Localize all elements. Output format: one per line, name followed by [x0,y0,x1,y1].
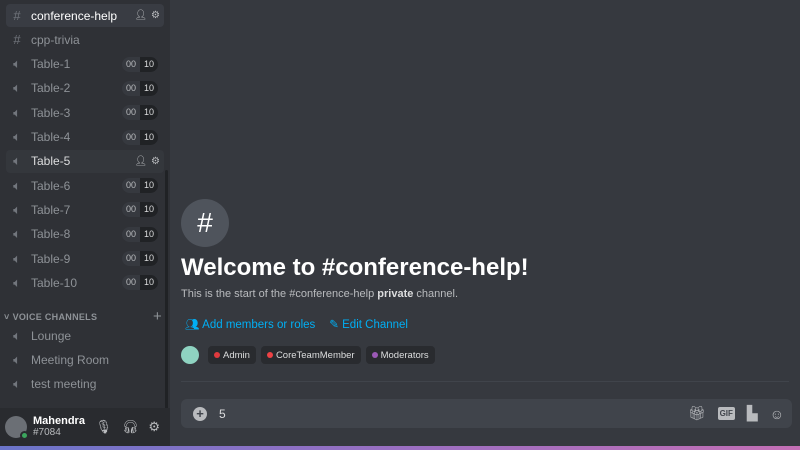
channel-item[interactable]: 🔈︎ Table-3 00 10 [6,101,164,124]
channel-item[interactable]: 🔈︎ Table-8 00 10 [6,223,164,246]
hash-icon: # [13,8,21,23]
member-avatar[interactable] [181,346,199,364]
channel-label: test meeting [31,377,97,392]
channel-item[interactable]: 🔈︎ Table-2 00 10 [6,77,164,100]
channel-item[interactable]: 🔈︎ Table-6 00 10 [6,174,164,197]
chevron-down-icon: ˅ [4,311,10,322]
speaker-icon: 🔈︎ [13,250,21,266]
gear-icon[interactable]: ⚙ [151,156,160,167]
gear-icon[interactable]: ⚙ [151,10,160,21]
invite-icon[interactable]: 👤︎ [134,156,147,167]
private-channel-hash-lock-icon: # [181,199,229,247]
role-color-dot [266,352,273,358]
channel-label: Table-1 [31,57,71,72]
divider [181,381,789,382]
speaker-icon: 🔈︎ [13,351,21,367]
add-members-button[interactable]: 👥︎ Add members or roles [185,317,315,331]
add-channel-icon[interactable]: + [153,308,162,325]
channel-label: Table-4 [31,130,71,144]
invite-icon[interactable]: 👤︎ [134,10,147,21]
voice-channel-item[interactable]: 🔈︎ test meeting [6,373,164,396]
channel-label: Table-7 [31,202,71,217]
attach-plus-icon[interactable]: + [193,406,207,421]
chat-area: # Welcome to #conference-help! This is t… [170,0,800,446]
user-limit-badge: 00 10 [121,251,158,266]
user-limit-badge: 00 10 [121,105,158,121]
emoji-icon[interactable]: ☺ [770,406,784,422]
channel-item[interactable]: 🔈︎ Table-9 00 10 [6,247,164,270]
username: Mahendra [33,415,85,427]
channel-label: Table-10 [31,275,78,290]
gift-icon[interactable]: 🎁︎ [688,405,706,422]
channel-label: Table-3 [31,105,71,120]
role-tag[interactable]: CoreTeamMember [260,346,361,364]
voice-channel-item[interactable]: 🔈︎ Meeting Room [6,348,164,371]
user-limit-badge: 00 10 [121,178,158,194]
page-title: Welcome to #conference-help! [181,254,529,281]
speaker-icon: 🔈︎ [13,327,21,343]
speaker-icon: 🔈︎ [13,153,21,169]
speaker-icon: 🔈︎ [13,376,21,392]
channel-label: Table-6 [31,178,71,193]
channel-label: Table-9 [31,251,71,266]
voice-channels-header[interactable]: ˅ VOICE CHANNELS + [4,308,162,325]
channel-label: Table-8 [31,227,71,242]
channel-label: Lounge [31,328,72,343]
channel-item[interactable]: 🔈︎ Table-4 00 10 [6,126,164,149]
channel-label: conference-help [31,8,118,23]
pencil-icon: ✎ [329,319,343,331]
bottom-gradient-bar [0,446,800,450]
channel-item[interactable]: 🔈︎ Table-5 👤︎ ⚙ [6,149,164,173]
edit-channel-button[interactable]: ✎ Edit Channel [329,317,408,331]
channel-description: This is the start of the #conference-hel… [181,288,459,300]
speaker-icon: 🔈︎ [13,274,21,290]
hash-icon: # [13,32,21,48]
speaker-icon: 🔈︎ [13,226,21,242]
gif-button[interactable]: GIF [717,407,735,420]
role-tag[interactable]: Admin [208,346,256,364]
speaker-icon: 🔈︎ [13,177,21,193]
user-limit-badge: 00 10 [121,56,158,72]
channel-item[interactable]: # cpp-trivia [6,28,164,51]
message-input[interactable]: + 5 🎁︎ GIF ▙ ☺ [181,399,792,428]
speaker-icon: 🔈︎ [13,56,21,72]
channel-item[interactable]: 🔈︎ Table-7 00 10 [6,198,164,221]
headphones-icon[interactable]: 🎧︎ [122,419,139,435]
channel-label: cpp-trivia [31,32,80,47]
user-limit-badge: 00 10 [121,129,158,145]
sticker-icon[interactable]: ▙ [747,405,758,422]
speaker-icon: 🔈︎ [13,104,21,120]
role-tag[interactable]: Moderators [365,346,435,364]
user-limit-badge: 00 10 [121,202,158,218]
channel-label: Table-2 [31,81,71,96]
speaker-icon: 🔈︎ [13,201,21,217]
speaker-icon: 🔈︎ [13,129,21,144]
channel-label: Table-5 [31,154,71,169]
role-color-dot [214,352,220,358]
channel-label: Meeting Room [31,352,110,367]
status-indicator [20,431,29,440]
microphone-icon[interactable]: 🎙︎ [95,419,112,435]
message-text[interactable]: 5 [219,407,226,421]
sidebar-scrollbar[interactable] [165,170,168,410]
channel-item[interactable]: 🔈︎ Table-1 00 10 [6,53,164,76]
channel-item[interactable]: 🔈︎ Table-10 00 10 [6,271,164,294]
user-limit-badge: 00 10 [121,226,158,242]
user-limit-badge: 00 10 [121,80,158,96]
avatar[interactable] [5,416,29,440]
voice-channel-item[interactable]: 🔈︎ Lounge [6,324,164,347]
add-user-icon: 👥︎ [185,319,203,331]
user-limit-badge: 00 10 [121,275,158,291]
user-tag: #7084 [33,427,61,438]
gear-icon[interactable]: ⚙ [148,419,160,435]
channel-item[interactable]: # conference-help 👤︎ ⚙ [6,4,164,27]
user-panel: Mahendra #7084 🎙︎ 🎧︎ ⚙ [0,408,170,446]
channel-sidebar: # conference-help 👤︎ ⚙ # cpp-trivia 🔈︎ Table-1 0… [0,0,170,446]
role-color-dot [371,352,378,358]
speaker-icon: 🔈︎ [13,80,21,96]
